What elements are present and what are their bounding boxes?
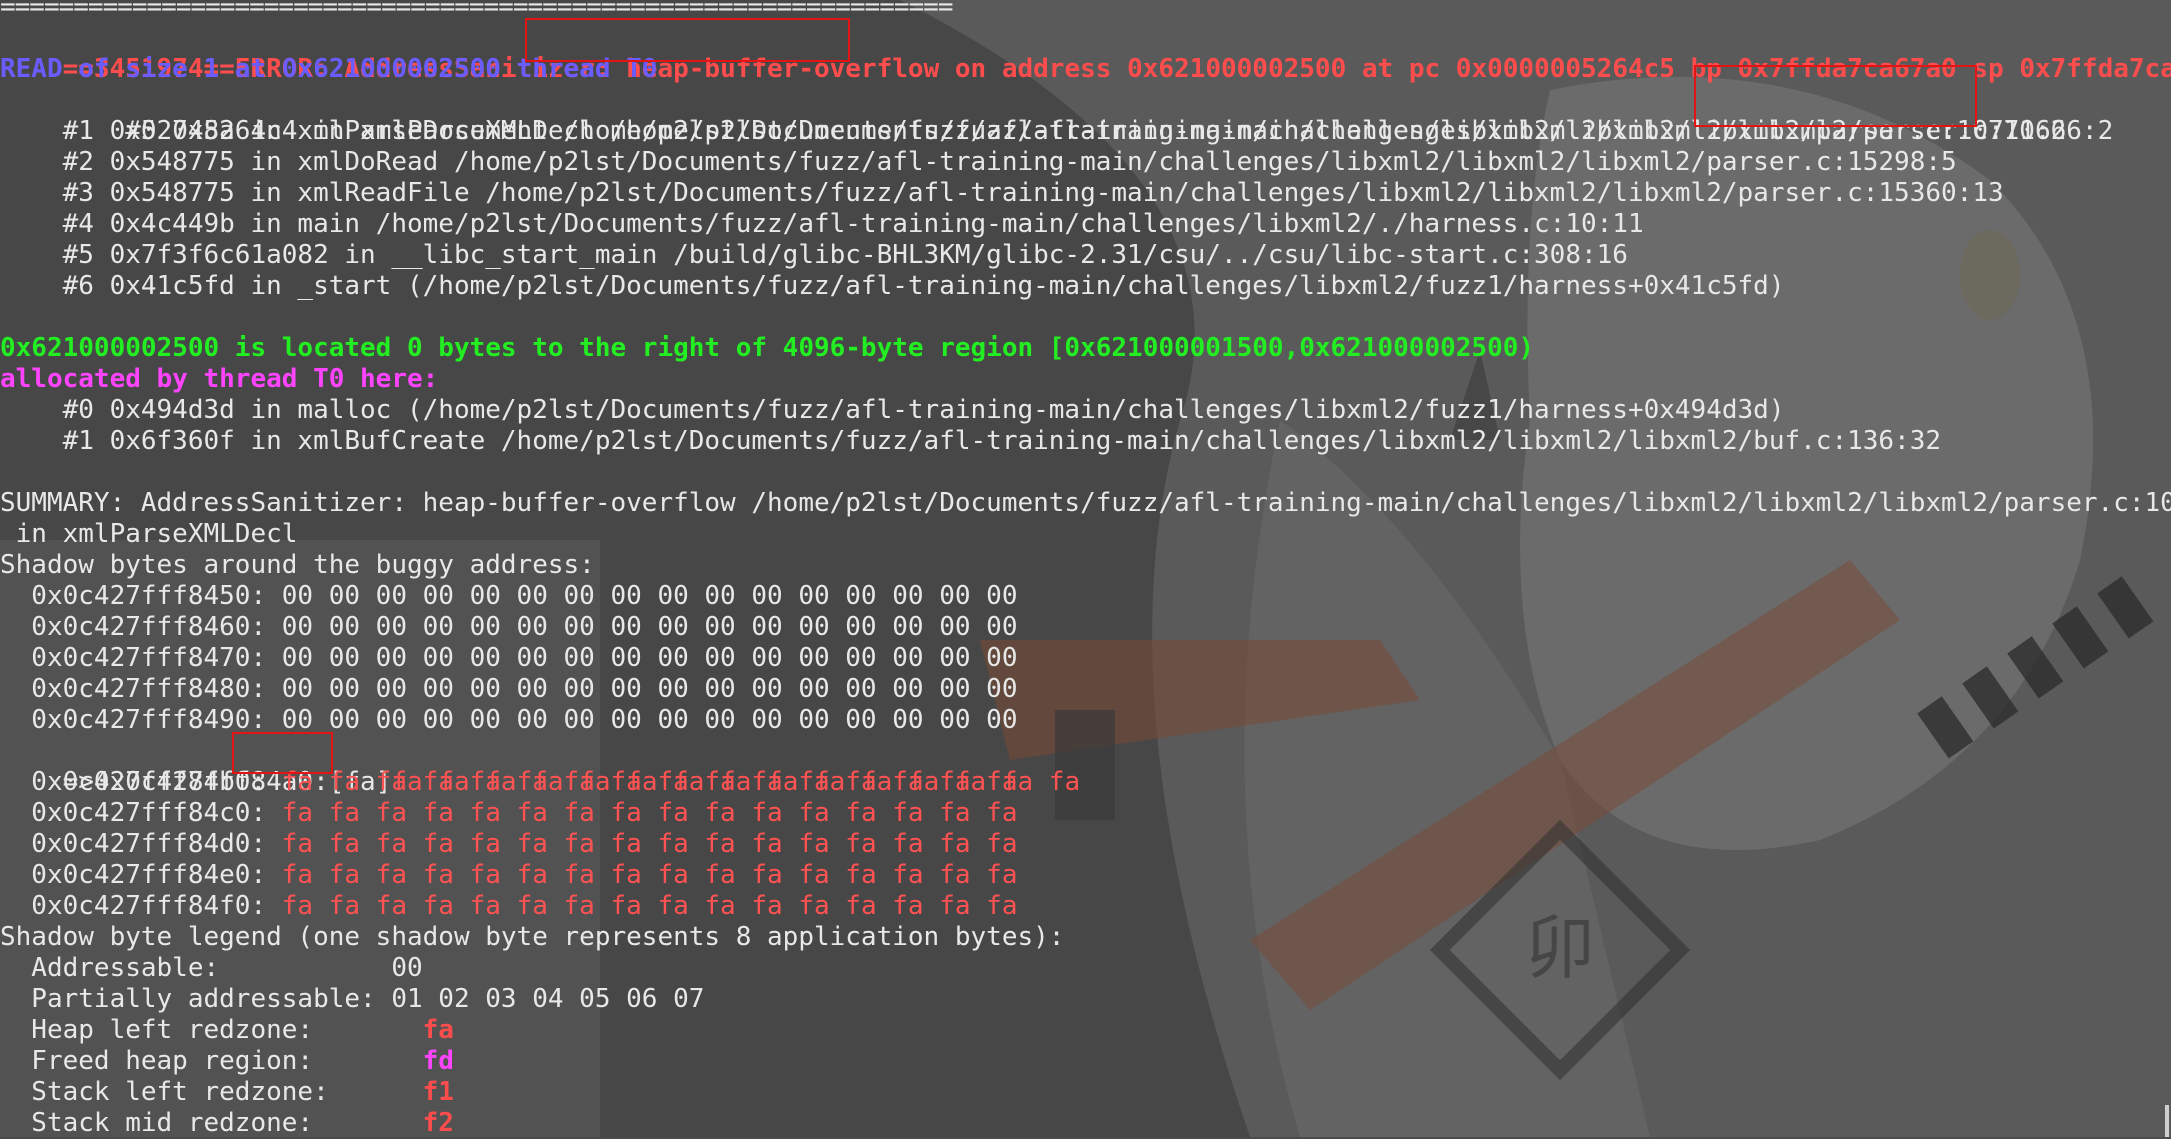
legend-value: 01 02 03 04 05 06 07 <box>391 984 705 1014</box>
error-details: on address 0x621000002500 at pc 0x000000… <box>939 54 2171 84</box>
alloc-frame-0: #0 0x494d3d in malloc (/home/p2lst/Docum… <box>0 395 1785 425</box>
legend-label: Freed heap region: <box>0 1046 423 1076</box>
legend-item: Partially addressable: 01 02 03 04 05 06… <box>0 984 704 1015</box>
shadow-row: 0x0c427fff84e0: fa fa fa fa fa fa fa fa … <box>0 860 1017 891</box>
shadow-row-address: 0x0c427fff84c0: <box>0 798 282 828</box>
legend-item: Addressable: 00 <box>0 953 423 984</box>
legend-label: Stack mid redzone: <box>0 1108 423 1138</box>
shadow-row-bytes: fa fa fa fa fa fa fa fa fa fa fa fa fa f… <box>281 798 1018 828</box>
allocated-line: allocated by thread T0 here: <box>0 364 439 394</box>
stack-frame-2: #2 0x548775 in xmlDoRead /home/p2lst/Doc… <box>0 147 1957 177</box>
shadow-row-address: 0x0c427fff84b0: <box>0 767 282 797</box>
summary-line: SUMMARY: AddressSanitizer: heap-buffer-o… <box>0 488 2171 518</box>
shadow-row: 0x0c427fff84c0: fa fa fa fa fa fa fa fa … <box>0 798 1017 829</box>
shadow-row: 0x0c427fff8480: 00 00 00 00 00 00 00 00 … <box>0 674 1018 704</box>
terminal-scrollbar[interactable] <box>2165 1105 2169 1137</box>
shadow-row-bytes: fa fa fa fa fa fa fa fa fa fa fa fa fa f… <box>281 891 1018 921</box>
separator-line: ========================================… <box>0 0 953 22</box>
legend-value: f1 <box>422 1077 454 1107</box>
shadow-row-bytes: fa fa fa fa fa fa fa fa fa fa fa fa fa f… <box>281 829 1018 859</box>
legend-label: Addressable: <box>0 953 392 983</box>
shadow-row: 0x0c427fff8470: 00 00 00 00 00 00 00 00 … <box>0 643 1018 673</box>
stack-frame-0: #0 0x5264c4 in xmlParseXMLDecl /home/p2l… <box>0 85 2113 146</box>
shadow-row-bytes: fa fa fa fa fa fa fa fa fa fa fa fa fa f… <box>281 767 1018 797</box>
shadow-bytes-header: Shadow bytes around the buggy address: <box>0 550 595 580</box>
buggy-shadow-row: =>0x0c427fff84a0:[fa]fa fa fa fa fa fa f… <box>0 736 1080 797</box>
legend-label: Heap left redzone: <box>0 1015 423 1045</box>
terminal-output[interactable]: ========================================… <box>0 0 2171 1139</box>
shadow-row: 0x0c427fff84d0: fa fa fa fa fa fa fa fa … <box>0 829 1017 860</box>
shadow-row-address: 0x0c427fff84f0: <box>0 891 282 921</box>
legend-item: Heap left redzone: fa <box>0 1015 454 1046</box>
legend-value: f2 <box>422 1108 454 1138</box>
stack-frame-4: #4 0x4c449b in main /home/p2lst/Document… <box>0 209 1644 239</box>
access-line: READ of size 1 at 0x621000002500 thread … <box>0 54 658 84</box>
shadow-row: 0x0c427fff8460: 00 00 00 00 00 00 00 00 … <box>0 612 1018 642</box>
stack-frame-3: #3 0x548775 in xmlReadFile /home/p2lst/D… <box>0 178 2004 208</box>
stack-frame-5: #5 0x7f3f6c61a082 in __libc_start_main /… <box>0 240 1628 270</box>
summary-line-wrap: in xmlParseXMLDecl <box>0 519 298 549</box>
error-line: ==3451974==ERROR: AddressSanitizer: heap… <box>0 23 2171 84</box>
stack-frame-1: #1 0x52748a in xmlParseDocument /home/p2… <box>0 116 2067 146</box>
error-bug-type: heap-buffer-overflow <box>626 54 940 84</box>
legend-value: fa <box>422 1015 454 1045</box>
legend-item: Stack left redzone: f1 <box>0 1077 454 1108</box>
legend-item: Freed heap region: fd <box>0 1046 454 1077</box>
located-line: 0x621000002500 is located 0 bytes to the… <box>0 333 1535 363</box>
legend-item: Stack mid redzone: f2 <box>0 1108 454 1139</box>
legend-header: Shadow byte legend (one shadow byte repr… <box>0 922 1065 952</box>
stack-frame-6: #6 0x41c5fd in _start (/home/p2lst/Docum… <box>0 271 1785 301</box>
shadow-row-address: 0x0c427fff84e0: <box>0 860 282 890</box>
shadow-row: 0x0c427fff8490: 00 00 00 00 00 00 00 00 … <box>0 705 1018 735</box>
legend-value: fd <box>422 1046 454 1076</box>
shadow-row: 0x0c427fff8450: 00 00 00 00 00 00 00 00 … <box>0 581 1018 611</box>
legend-label: Partially addressable: <box>0 984 392 1014</box>
alloc-frame-1: #1 0x6f360f in xmlBufCreate /home/p2lst/… <box>0 426 1942 456</box>
shadow-row-address: 0x0c427fff84d0: <box>0 829 282 859</box>
shadow-row: 0x0c427fff84f0: fa fa fa fa fa fa fa fa … <box>0 891 1017 922</box>
legend-label: Stack left redzone: <box>0 1077 423 1107</box>
shadow-row: 0x0c427fff84b0: fa fa fa fa fa fa fa fa … <box>0 767 1017 798</box>
legend-value: 00 <box>391 953 423 983</box>
shadow-row-bytes: fa fa fa fa fa fa fa fa fa fa fa fa fa f… <box>281 860 1018 890</box>
